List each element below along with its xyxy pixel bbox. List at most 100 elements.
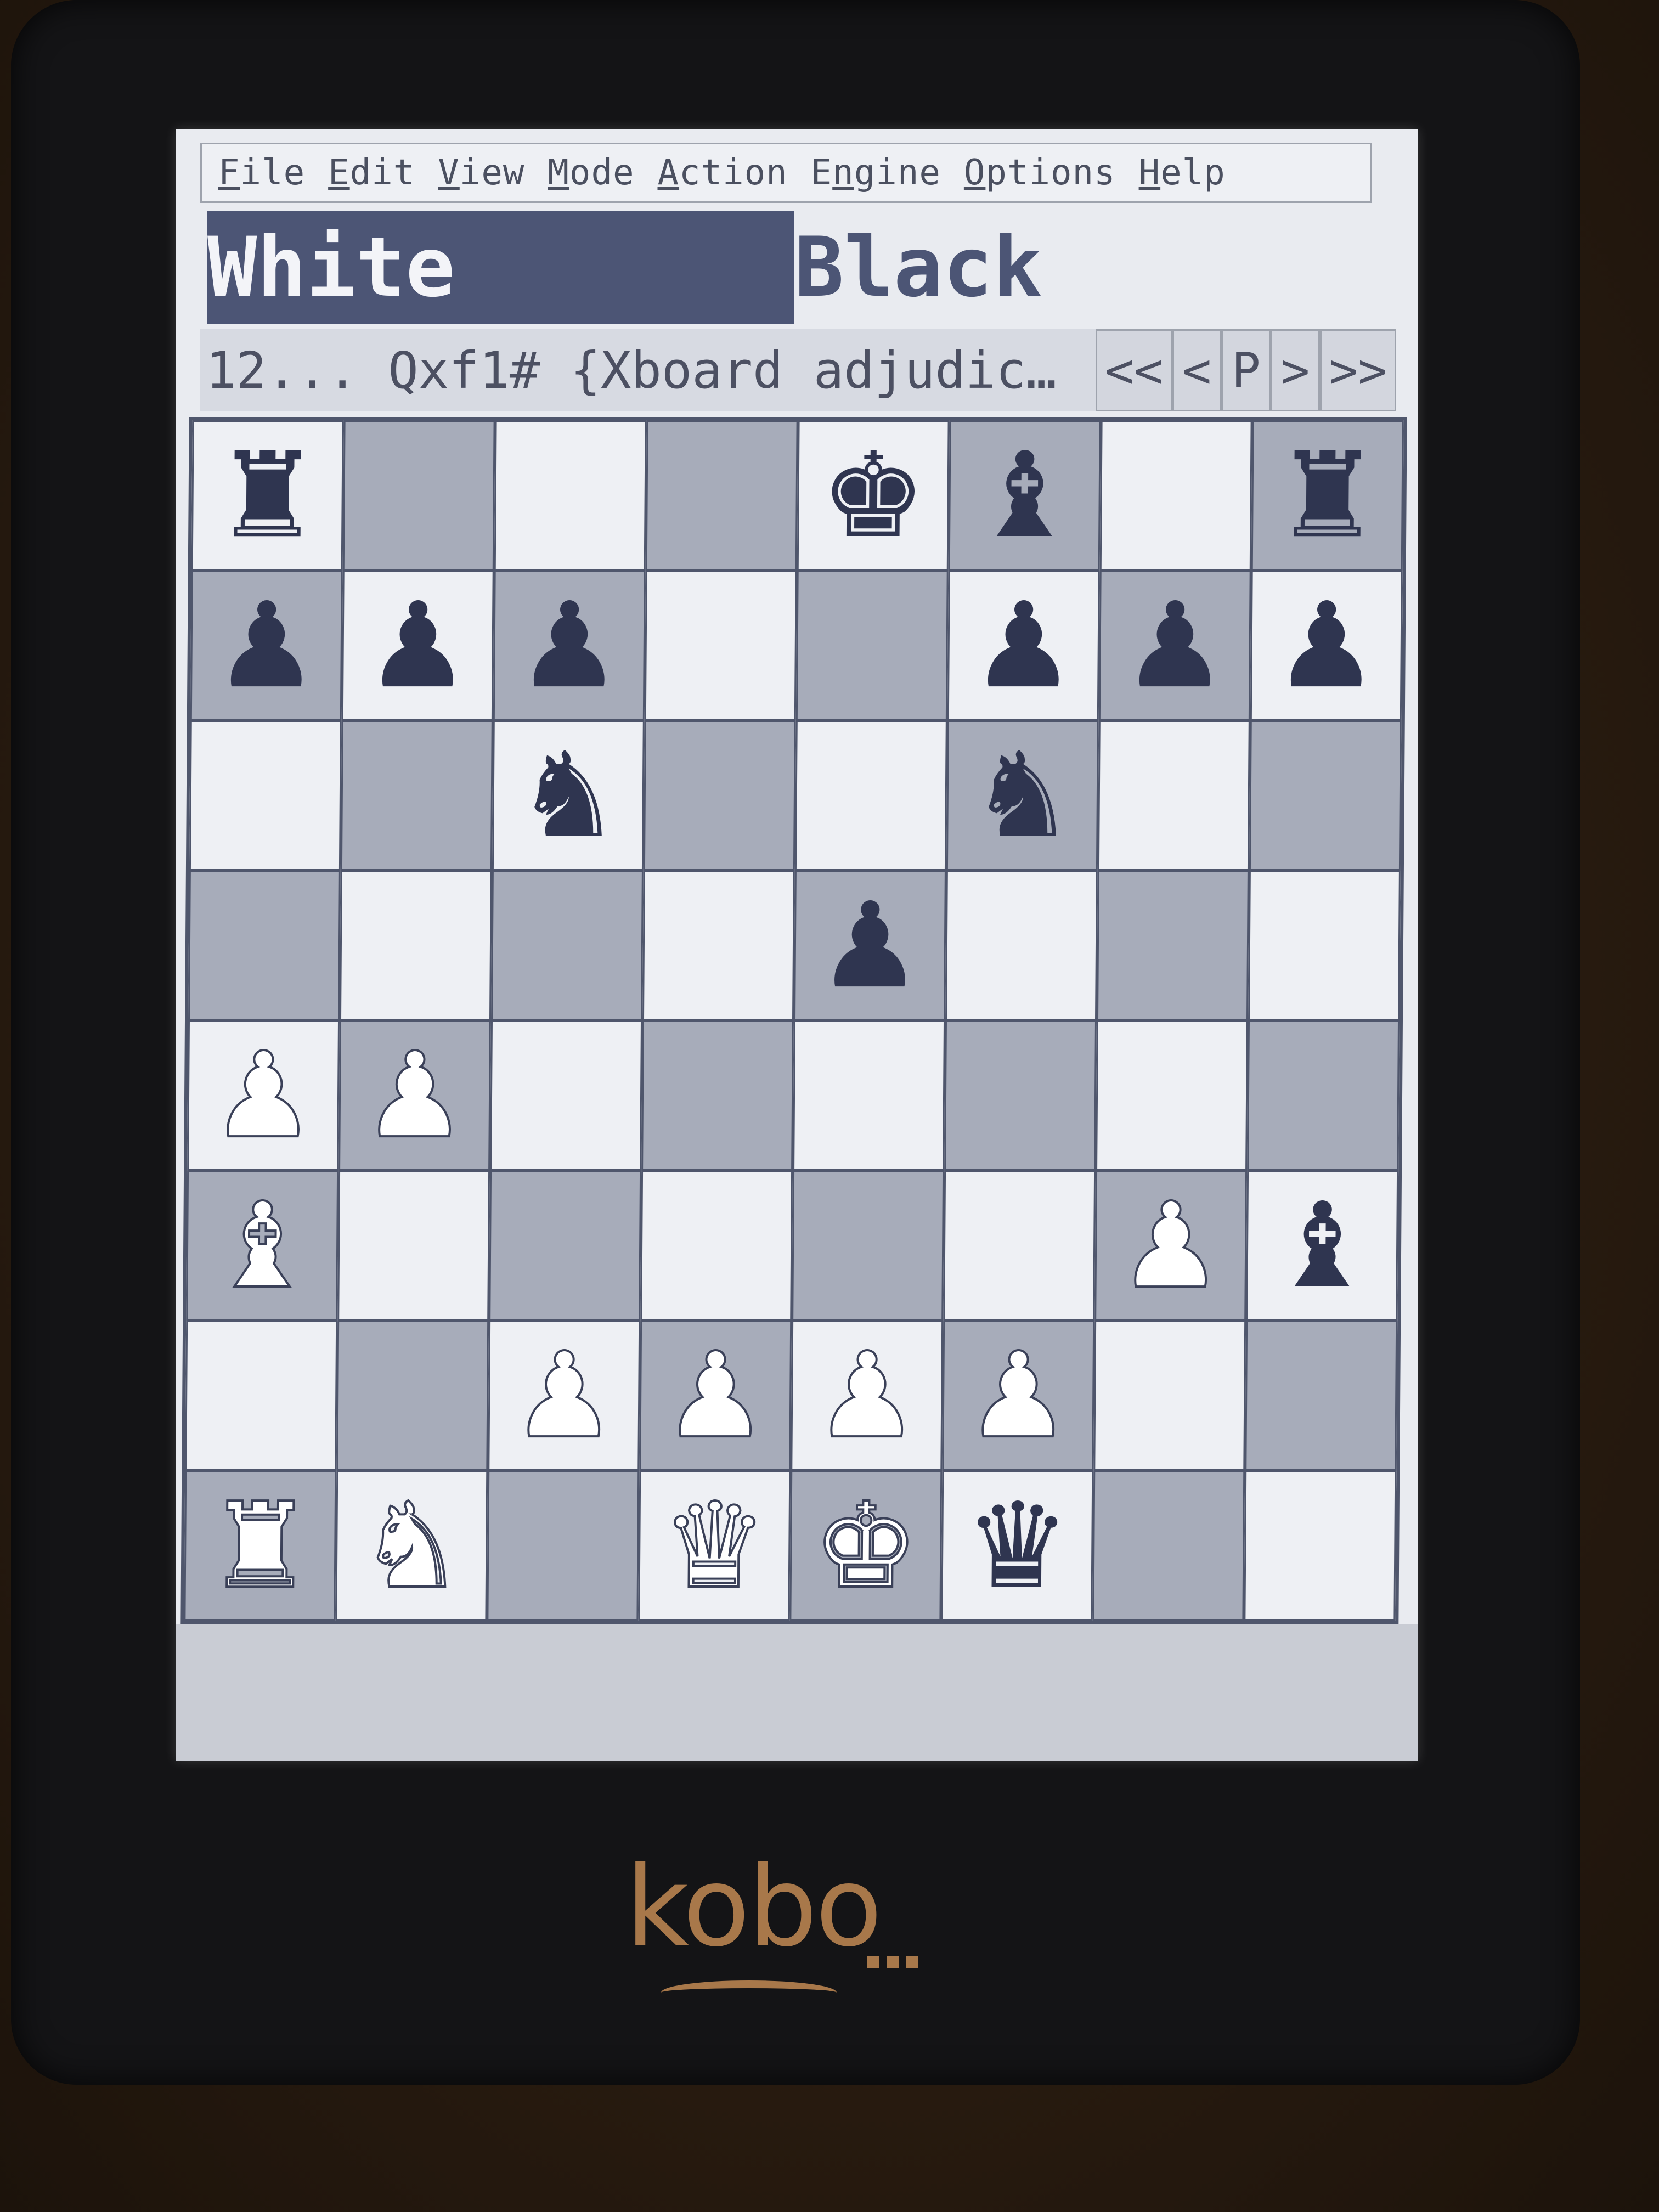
square-g1[interactable] — [1092, 1470, 1245, 1621]
square-b4[interactable]: ♟ — [338, 1020, 491, 1171]
square-c2[interactable]: ♟ — [488, 1321, 641, 1471]
square-b3[interactable] — [337, 1170, 490, 1321]
square-h1[interactable] — [1244, 1470, 1397, 1621]
square-c6[interactable]: ♞ — [492, 720, 645, 871]
square-f5[interactable] — [945, 870, 1098, 1020]
black-pawn-icon[interactable]: ♟ — [213, 577, 320, 714]
menu-mode[interactable]: Mode — [548, 153, 634, 193]
square-e8[interactable]: ♚ — [797, 420, 950, 571]
square-h7[interactable]: ♟ — [1250, 570, 1403, 720]
square-f1[interactable]: ♛ — [941, 1470, 1094, 1621]
square-h6[interactable] — [1249, 720, 1402, 871]
square-f7[interactable]: ♟ — [947, 570, 1100, 720]
square-b2[interactable] — [336, 1321, 489, 1471]
square-e7[interactable] — [795, 570, 949, 720]
square-a3[interactable]: ♝ — [186, 1170, 339, 1321]
square-e4[interactable] — [793, 1020, 945, 1171]
black-pawn-icon[interactable]: ♟ — [1122, 577, 1229, 714]
black-rook-icon[interactable]: ♜ — [214, 426, 321, 564]
black-king-icon[interactable]: ♚ — [820, 426, 927, 564]
square-g3[interactable]: ♟ — [1094, 1170, 1248, 1321]
square-g7[interactable]: ♟ — [1098, 570, 1251, 720]
black-pawn-icon[interactable]: ♟ — [365, 577, 472, 714]
square-d6[interactable] — [643, 720, 796, 871]
square-d3[interactable] — [640, 1170, 793, 1321]
square-d7[interactable] — [644, 570, 797, 720]
square-b8[interactable] — [342, 420, 495, 571]
nav-back-button[interactable]: < — [1172, 329, 1222, 411]
square-h5[interactable] — [1248, 870, 1401, 1020]
square-e2[interactable]: ♟ — [791, 1321, 944, 1471]
white-pawn-icon[interactable]: ♟ — [209, 1025, 318, 1165]
black-bishop-icon[interactable]: ♝ — [1269, 1177, 1376, 1314]
white-pawn-icon[interactable]: ♟ — [360, 1025, 470, 1165]
nav-last-button[interactable]: >> — [1319, 329, 1396, 411]
square-e5[interactable]: ♟ — [794, 870, 946, 1020]
square-b5[interactable] — [340, 870, 492, 1020]
white-king-icon[interactable]: ♚ — [811, 1476, 921, 1616]
square-c8[interactable] — [494, 420, 647, 571]
square-a2[interactable] — [185, 1321, 338, 1471]
square-h4[interactable] — [1247, 1020, 1400, 1171]
square-g2[interactable] — [1093, 1321, 1246, 1471]
square-f8[interactable]: ♝ — [948, 420, 1101, 571]
square-c3[interactable] — [489, 1170, 642, 1321]
black-pawn-icon[interactable]: ♟ — [516, 577, 623, 714]
square-f3[interactable] — [943, 1170, 1096, 1321]
white-pawn-icon[interactable]: ♟ — [812, 1325, 922, 1465]
black-knight-icon[interactable]: ♞ — [969, 726, 1076, 864]
menu-help[interactable]: Help — [1139, 153, 1226, 193]
black-pawn-icon[interactable]: ♟ — [1273, 577, 1380, 714]
square-d8[interactable] — [645, 420, 798, 571]
square-e1[interactable]: ♚ — [789, 1470, 943, 1621]
square-c4[interactable] — [490, 1020, 642, 1171]
chess-board[interactable]: ♜ ♚ ♝ ♜ ♟ ♟ ♟ ♟ ♟ ♟ ♞ ♞ ♟ ♟ ♟ ♝ ♟ ♝ ♟ ♟ ♟ ♟ ♜ ♞ ♛ ♚ ♛ — [180, 417, 1407, 1624]
square-g5[interactable] — [1097, 870, 1249, 1020]
square-h3[interactable]: ♝ — [1246, 1170, 1399, 1321]
white-knight-icon[interactable]: ♞ — [357, 1476, 466, 1616]
square-h8[interactable]: ♜ — [1251, 420, 1404, 571]
black-knight-icon[interactable]: ♞ — [515, 726, 622, 864]
square-c5[interactable] — [491, 870, 644, 1020]
square-f4[interactable] — [944, 1020, 1097, 1171]
square-d1[interactable]: ♛ — [638, 1470, 791, 1621]
white-pawn-icon[interactable]: ♟ — [510, 1325, 619, 1465]
menu-view[interactable]: View — [438, 153, 524, 193]
square-c1[interactable] — [487, 1470, 640, 1621]
nav-forward-button[interactable]: > — [1271, 329, 1320, 411]
square-f2[interactable]: ♟ — [942, 1321, 1095, 1471]
menu-options[interactable]: Options — [964, 153, 1116, 193]
black-pawn-icon[interactable]: ♟ — [817, 877, 924, 1014]
square-c7[interactable]: ♟ — [493, 570, 646, 720]
square-h2[interactable] — [1245, 1321, 1398, 1471]
square-a7[interactable]: ♟ — [190, 570, 343, 720]
square-g8[interactable] — [1099, 420, 1252, 571]
menu-engine[interactable]: Engine — [811, 153, 941, 193]
white-pawn-icon[interactable]: ♟ — [1116, 1176, 1226, 1316]
white-pawn-icon[interactable]: ♟ — [661, 1325, 770, 1465]
square-g4[interactable] — [1096, 1020, 1248, 1171]
black-bishop-icon[interactable]: ♝ — [971, 426, 1078, 564]
square-e3[interactable] — [792, 1170, 945, 1321]
black-queen-icon[interactable]: ♛ — [964, 1477, 1071, 1615]
menu-action[interactable]: Action — [658, 153, 788, 193]
black-rook-icon[interactable]: ♜ — [1274, 426, 1381, 564]
menu-edit[interactable]: Edit — [328, 153, 415, 193]
white-pawn-icon[interactable]: ♟ — [964, 1325, 1073, 1465]
white-rook-icon[interactable]: ♜ — [206, 1476, 315, 1616]
square-b1[interactable]: ♞ — [335, 1470, 488, 1621]
white-bishop-icon[interactable]: ♝ — [208, 1176, 317, 1316]
square-d2[interactable]: ♟ — [639, 1321, 792, 1471]
black-pawn-icon[interactable]: ♟ — [970, 577, 1077, 714]
square-b7[interactable]: ♟ — [341, 570, 494, 720]
square-f6[interactable]: ♞ — [946, 720, 1099, 871]
square-d4[interactable] — [641, 1020, 794, 1171]
square-a5[interactable] — [188, 870, 341, 1020]
square-e6[interactable] — [794, 720, 947, 871]
white-queen-icon[interactable]: ♛ — [660, 1476, 769, 1616]
square-a6[interactable] — [189, 720, 342, 871]
square-a8[interactable]: ♜ — [191, 420, 344, 571]
square-d5[interactable] — [642, 870, 795, 1020]
nav-pause-button[interactable]: P — [1221, 329, 1271, 411]
square-a1[interactable]: ♜ — [184, 1470, 337, 1621]
